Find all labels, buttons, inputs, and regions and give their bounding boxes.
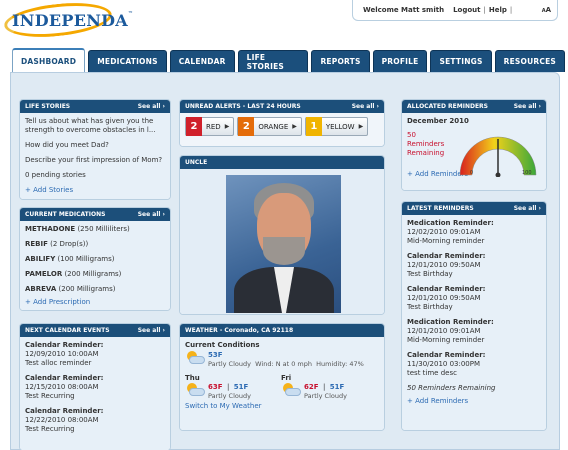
reminder-item[interactable]: Medication Reminder: 12/02/2010 09:01AM … (407, 219, 541, 246)
tab-medications[interactable]: MEDICATIONS (88, 50, 167, 72)
medications-see-all[interactable]: See all › (138, 211, 165, 218)
tab-profile[interactable]: PROFILE (372, 50, 428, 72)
medications-panel: CURRENT MEDICATIONS See all › METHADONE … (19, 207, 171, 311)
calendar-see-all[interactable]: See all › (138, 327, 165, 334)
photo-panel: UNCLE (179, 155, 385, 315)
current-conditions-label: Current Conditions (185, 341, 260, 349)
add-stories-link[interactable]: + Add Stories (25, 186, 165, 195)
calendar-header: NEXT CALENDAR EVENTS See all › (20, 324, 170, 337)
photo-header: UNCLE (180, 156, 384, 169)
life-stories-panel: LIFE STORIES See all › Tell us about wha… (19, 99, 171, 200)
alert-orange-button[interactable]: 2 ORANGE ▶ (237, 117, 302, 136)
alert-yellow-button[interactable]: 1 YELLOW ▶ (304, 117, 369, 136)
reminder-item[interactable]: Calendar Reminder: 12/01/2010 09:50AM Te… (407, 285, 541, 312)
life-stories-see-all[interactable]: See all › (138, 103, 165, 110)
latest-header: LATEST REMINDERS See all › (402, 202, 546, 215)
reminders-remaining: 50 Reminders Remaining (407, 384, 496, 392)
medications-header: CURRENT MEDICATIONS See all › (20, 208, 170, 221)
add-reminders-link[interactable]: + Add Reminders (407, 397, 541, 406)
alerts-header: UNREAD ALERTS - LAST 24 HOURS See all › (180, 100, 384, 113)
latest-reminders-panel: LATEST REMINDERS See all › Medication Re… (401, 201, 547, 431)
allocated-see-all[interactable]: See all › (514, 103, 541, 110)
medication-item[interactable]: METHADONE (250 Milliliters) (25, 225, 165, 234)
alerts-panel: UNREAD ALERTS - LAST 24 HOURS See all › … (179, 99, 385, 147)
svg-text:100: 100 (522, 170, 532, 176)
uncle-photo[interactable] (226, 175, 341, 313)
pending-stories: 0 pending stories (25, 171, 86, 179)
add-prescription-link[interactable]: + Add Prescription (25, 298, 165, 307)
partly-cloudy-icon (185, 351, 205, 365)
play-arrow-icon: ▶ (224, 123, 230, 130)
tab-life-stories[interactable]: LIFE STORIES (237, 50, 309, 72)
dashboard-container: LIFE STORIES See all › Tell us about wha… (10, 72, 560, 450)
story-item[interactable]: Tell us about what has given you the str… (25, 117, 165, 135)
weather-panel: WEATHER - Coronado, CA 92118 Current Con… (179, 323, 385, 431)
alert-red-button[interactable]: 2 RED ▶ (185, 117, 235, 136)
allocated-header: ALLOCATED REMINDERS See all › (402, 100, 546, 113)
allocated-reminders-panel: ALLOCATED REMINDERS See all › December 2… (401, 99, 547, 191)
forecast-day: Fri 62F | 51F Partly Cloudy (281, 374, 347, 400)
user-bar: Welcome Matt smith Logout | Help | AA (352, 0, 558, 21)
partly-cloudy-icon (185, 383, 205, 397)
alerts-see-all[interactable]: See all › (352, 103, 379, 110)
tab-resources[interactable]: RESOURCES (494, 50, 565, 72)
calendar-event[interactable]: Calendar Reminder: 12/15/2010 08:00AM Te… (25, 374, 165, 401)
partly-cloudy-icon (281, 383, 301, 397)
medication-item[interactable]: ABILIFY (100 Milligrams) (25, 255, 165, 264)
tab-calendar[interactable]: CALENDAR (169, 50, 235, 72)
story-item[interactable]: How did you meet Dad? (25, 141, 165, 150)
tab-reports[interactable]: REPORTS (311, 50, 370, 72)
calendar-event[interactable]: Calendar Reminder: 12/09/2010 10:00AM Te… (25, 341, 165, 368)
main-tabs: DASHBOARD MEDICATIONS CALENDAR LIFE STOR… (12, 48, 568, 72)
medication-item[interactable]: PAMELOR (200 Milligrams) (25, 270, 165, 279)
calendar-event[interactable]: Calendar Reminder: 12/22/2010 08:00AM Te… (25, 407, 165, 434)
help-link[interactable]: Help (489, 6, 507, 14)
logo-text: INDEPENDA™ (12, 11, 134, 30)
reminder-item[interactable]: Medication Reminder: 12/01/2010 09:01AM … (407, 318, 541, 345)
calendar-panel: NEXT CALENDAR EVENTS See all › Calendar … (19, 323, 171, 450)
reminder-item[interactable]: Calendar Reminder: 12/01/2010 09:50AM Te… (407, 252, 541, 279)
switch-weather-link[interactable]: Switch to My Weather (185, 402, 379, 411)
play-arrow-icon: ▶ (292, 123, 297, 130)
play-arrow-icon: ▶ (358, 123, 364, 130)
forecast-day: Thu 63F | 51F Partly Cloudy (185, 374, 251, 400)
font-size-toggle[interactable]: AA (542, 6, 551, 14)
medication-item[interactable]: ABREVA (200 Milligrams) (25, 285, 165, 294)
allocated-month: December 2010 (407, 117, 469, 125)
story-item[interactable]: Describe your first impression of Mom? (25, 156, 165, 165)
weather-header: WEATHER - Coronado, CA 92118 (180, 324, 384, 337)
welcome-text: Welcome Matt smith (363, 6, 445, 14)
reminder-item[interactable]: Calendar Reminder: 11/30/2010 03:00PM te… (407, 351, 541, 378)
svg-text:0: 0 (470, 170, 473, 176)
medication-item[interactable]: REBIF (2 Drop(s)) (25, 240, 165, 249)
latest-see-all[interactable]: See all › (514, 205, 541, 212)
tab-dashboard[interactable]: DASHBOARD (12, 48, 86, 72)
tab-settings[interactable]: SETTINGS (430, 50, 492, 72)
life-stories-header: LIFE STORIES See all › (20, 100, 170, 113)
logout-link[interactable]: Logout (453, 6, 480, 14)
reminders-gauge: 0 100 (459, 136, 537, 177)
independa-logo[interactable]: INDEPENDA™ (2, 0, 133, 42)
